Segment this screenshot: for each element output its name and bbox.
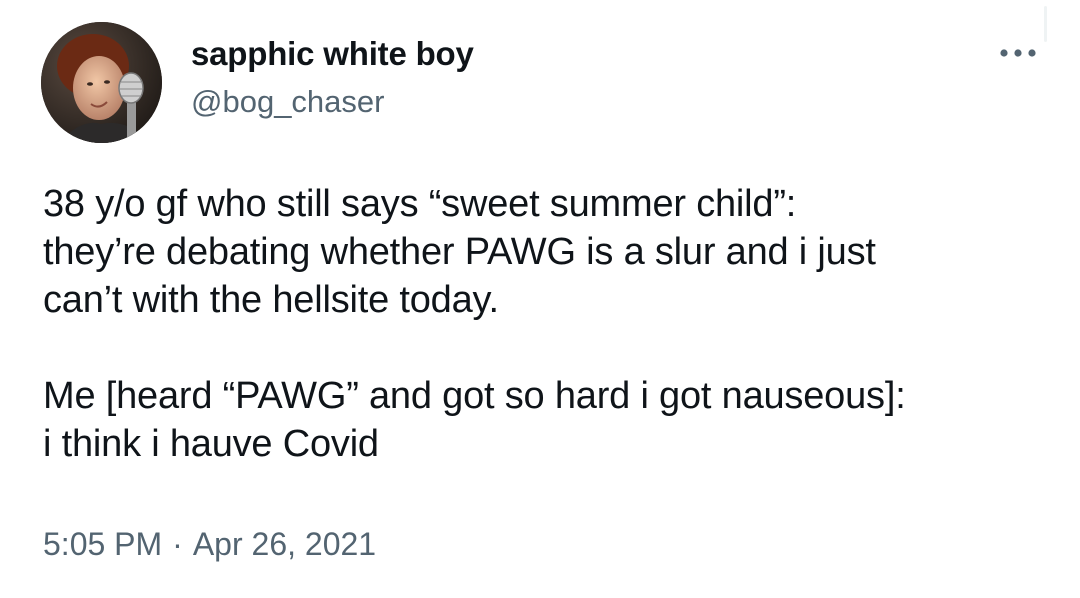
tweet-meta: 5:05 PM · Apr 26, 2021 — [43, 522, 376, 566]
meta-separator: · — [172, 526, 183, 562]
profile-photo-icon — [41, 22, 162, 143]
tweet-line: Me [heard “PAWG” and got so hard i got n… — [43, 375, 906, 417]
tweet-line: can’t with the hellsite today. — [43, 279, 499, 321]
tweet-line: i think i hauve Covid — [43, 423, 379, 465]
display-name[interactable]: sapphic white boy — [191, 34, 474, 74]
avatar[interactable] — [41, 22, 162, 143]
tweet-line: 38 y/o gf who still says “sweet summer c… — [43, 183, 797, 225]
more-options-button[interactable] — [994, 38, 1042, 68]
tweet-time[interactable]: 5:05 PM — [43, 526, 162, 562]
author-block: sapphic white boy @bog_chaser — [191, 34, 474, 122]
tweet-card: sapphic white boy @bog_chaser 38 y/o gf … — [0, 0, 1080, 598]
scroll-edge — [1044, 6, 1047, 42]
tweet-line: they’re debating whether PAWG is a slur … — [43, 231, 876, 273]
user-handle[interactable]: @bog_chaser — [191, 82, 474, 122]
tweet-date[interactable]: Apr 26, 2021 — [193, 526, 376, 562]
tweet-text: 38 y/o gf who still says “sweet summer c… — [43, 180, 1053, 468]
more-horizontal-icon — [1000, 49, 1036, 57]
